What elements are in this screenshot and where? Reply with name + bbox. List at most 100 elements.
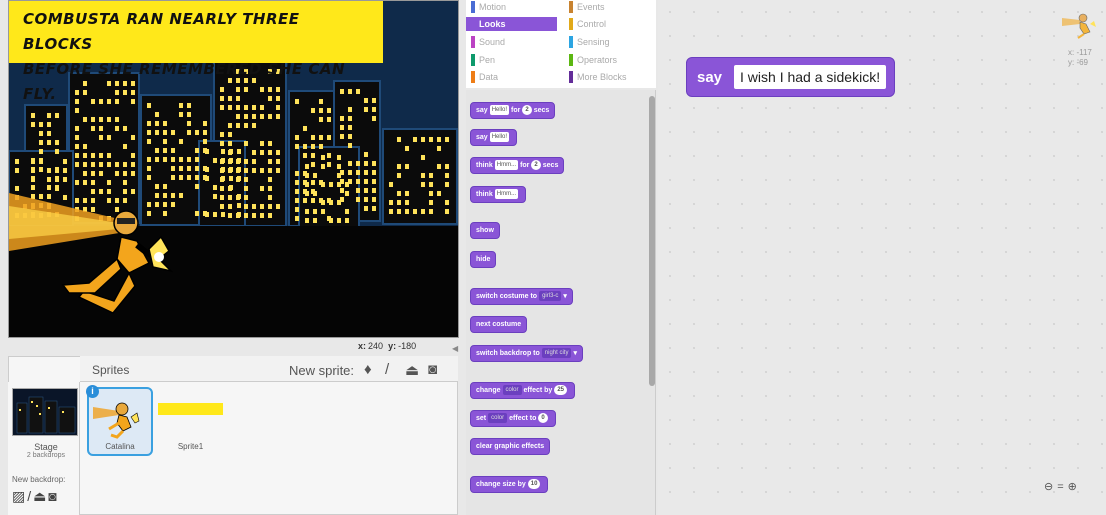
stage-backdrop-count: 2 backdrops (26, 452, 66, 459)
lit-window (364, 197, 368, 202)
block-dropdown[interactable]: night city (541, 348, 572, 359)
block-say[interactable]: say Hello! (470, 129, 518, 146)
choose-backdrop-icon[interactable]: ▨ (12, 488, 27, 504)
block-change-effect[interactable]: change color effect by 25 (470, 382, 576, 399)
block-show[interactable]: show (470, 222, 500, 239)
lit-window (31, 168, 35, 173)
script-say-block[interactable]: say I wish I had a sidekick! (686, 57, 896, 97)
y-label: y: (388, 341, 397, 351)
zoom-out-icon[interactable]: ⊖ (1044, 481, 1057, 493)
lit-window (305, 209, 309, 214)
lit-window (303, 144, 307, 149)
category-events[interactable]: Events (564, 0, 605, 14)
lit-window (75, 108, 79, 113)
lit-window (237, 149, 241, 154)
lit-window (445, 209, 449, 214)
current-sprite-thumbnail (1060, 4, 1100, 45)
block-hide[interactable]: hide (470, 251, 497, 268)
lit-window (319, 117, 323, 122)
block-input[interactable]: Hello! (489, 132, 510, 143)
paint-sprite-icon[interactable]: / (385, 361, 389, 378)
lit-window (305, 191, 309, 196)
block-change-size[interactable]: change size by 10 (470, 476, 549, 493)
lit-window (260, 186, 264, 191)
block-number-input[interactable]: 0 (538, 413, 548, 424)
block-think-for-secs[interactable]: think Hmm... for 2 secs (470, 157, 565, 174)
lit-window (329, 182, 333, 187)
block-clear-graphic-effects[interactable]: clear graphic effects (470, 438, 551, 455)
category-sound[interactable]: Sound (466, 35, 505, 49)
category-data[interactable]: Data (466, 70, 498, 84)
zoom-in-icon[interactable]: ⊕ (1068, 481, 1081, 493)
block-dropdown[interactable]: girl3-c (539, 291, 562, 302)
lit-window (115, 162, 119, 167)
block-think[interactable]: think Hmm... (470, 186, 527, 203)
category-operators[interactable]: Operators (564, 53, 617, 67)
lit-window (107, 117, 111, 122)
lit-window (295, 135, 299, 140)
lit-window (405, 200, 409, 205)
camera-sprite-icon[interactable]: ◙ (428, 361, 437, 378)
block-say-for-secs[interactable]: say Hello! for 2 secs (470, 102, 556, 119)
block-input[interactable]: Hmm... (494, 189, 519, 200)
category-pen[interactable]: Pen (466, 53, 495, 67)
lit-window (115, 117, 119, 122)
sprite-tile-sprite1[interactable] (158, 403, 223, 415)
block-text: secs (542, 162, 559, 169)
block-input[interactable]: Hello! (489, 105, 510, 116)
lit-window (311, 135, 315, 140)
category-motion[interactable]: Motion (466, 0, 506, 14)
block-set-effect[interactable]: set color effect to 0 (470, 410, 556, 427)
caption-line-2: before she remembered she can fly. (23, 60, 346, 103)
lit-window (47, 113, 51, 118)
lit-window (311, 153, 315, 158)
say-text-input[interactable]: I wish I had a sidekick! (734, 65, 887, 89)
lit-window (356, 188, 360, 193)
choose-sprite-icon[interactable]: ♦ (364, 361, 372, 378)
block-text: for (511, 107, 521, 114)
lit-window (147, 130, 151, 135)
category-label: Sound (479, 37, 506, 47)
lit-window (244, 168, 248, 173)
category-more-blocks[interactable]: More Blocks (564, 70, 627, 84)
lit-window (15, 186, 19, 191)
lit-window (221, 167, 225, 172)
lit-window (55, 177, 59, 182)
category-sensing[interactable]: Sensing (564, 35, 610, 49)
lit-window (171, 130, 175, 135)
lit-window (345, 218, 349, 223)
category-looks[interactable]: Looks (466, 17, 557, 31)
caption-sprite-text[interactable]: Combusta ran nearly three blocks before … (9, 1, 383, 103)
lit-window (205, 176, 209, 181)
category-control[interactable]: Control (564, 17, 606, 31)
block-number-input[interactable]: 10 (527, 479, 541, 490)
upload-backdrop-icon[interactable]: ⏏ (33, 488, 48, 504)
camera-backdrop-icon[interactable]: ◙ (48, 488, 58, 504)
zoom-reset-icon[interactable]: = (1057, 481, 1067, 493)
lit-window (372, 170, 376, 175)
lit-window (63, 195, 67, 200)
upload-sprite-icon[interactable]: ⏏ (405, 361, 419, 379)
lit-window (429, 173, 433, 178)
stage-thumbnail[interactable] (12, 388, 78, 436)
block-number-input[interactable]: 2 (531, 160, 541, 171)
lit-window (372, 179, 376, 184)
lit-window (163, 130, 167, 135)
block-dropdown[interactable]: color (488, 413, 508, 424)
block-switch-backdrop[interactable]: switch backdrop to night city ▾ (470, 345, 583, 362)
lit-window (237, 194, 241, 199)
block-switch-costume[interactable]: switch costume to girl3-c ▾ (470, 288, 573, 305)
lit-window (372, 197, 376, 202)
lit-window (356, 179, 360, 184)
block-input[interactable]: Hmm... (494, 160, 519, 171)
block-number-input[interactable]: 25 (554, 385, 568, 396)
block-dropdown[interactable]: color (502, 385, 522, 396)
collapse-arrow-icon[interactable]: ◀ (452, 344, 458, 353)
stage-canvas[interactable]: Combusta ran nearly three blocks before … (8, 0, 459, 338)
palette-scrollbar[interactable] (649, 96, 655, 386)
block-number-input[interactable]: 2 (522, 105, 532, 116)
info-icon[interactable]: i (86, 385, 99, 398)
block-next-costume[interactable]: next costume (470, 316, 528, 333)
block-categories: Motion Events Looks Control Sound Sensin… (466, 0, 656, 88)
lit-window (311, 162, 315, 167)
